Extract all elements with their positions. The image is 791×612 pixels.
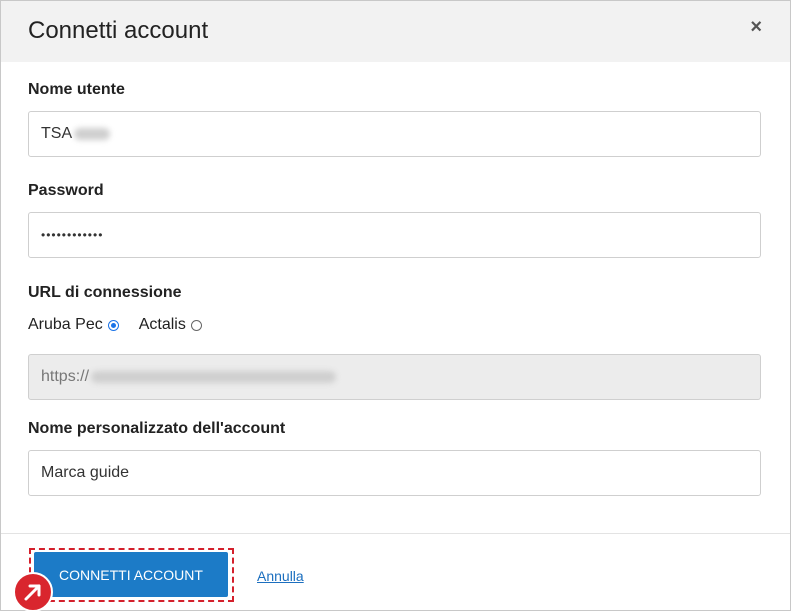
arrow-up-right-icon [13, 572, 53, 612]
account-name-label: Nome personalizzato dell'account [28, 420, 286, 437]
password-field[interactable]: •••••••••••• [28, 212, 761, 258]
cancel-link[interactable]: Annulla [257, 568, 304, 584]
url-label: URL di connessione [28, 284, 182, 301]
url-field: https:// [28, 354, 761, 400]
connect-account-button[interactable]: CONNETTI ACCOUNT [34, 552, 228, 597]
url-radio-group: Aruba Pec Actalis [28, 316, 222, 334]
radio-label-aruba: Aruba Pec [28, 316, 103, 333]
account-name-field[interactable]: Marca guide [28, 450, 761, 496]
radio-label-actalis: Actalis [138, 316, 186, 333]
footer-divider [1, 533, 790, 534]
username-field[interactable]: TSA [28, 111, 761, 157]
password-value: •••••••••••• [41, 228, 104, 242]
dialog-header: Connetti account × [1, 1, 790, 62]
radio-actalis[interactable] [190, 319, 202, 331]
url-value: https:// [41, 368, 90, 385]
password-label: Password [28, 182, 104, 199]
radio-aruba-pec[interactable] [107, 319, 119, 331]
redacted-text [91, 370, 337, 383]
redacted-text [74, 127, 111, 140]
close-icon[interactable]: × [750, 16, 762, 39]
dialog-title: Connetti account [28, 17, 209, 44]
account-name-value: Marca guide [41, 464, 130, 481]
connect-account-dialog: Connetti account × Nome utente TSA Passw… [0, 0, 791, 612]
username-label: Nome utente [28, 81, 125, 98]
username-value: TSA [41, 125, 73, 142]
